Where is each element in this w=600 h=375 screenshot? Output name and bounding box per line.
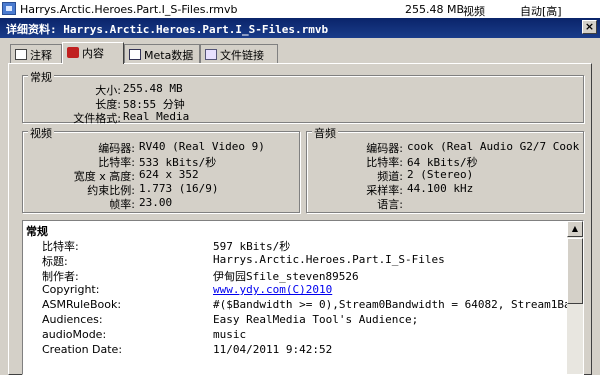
audio-group: 音频 编码器: cook (Real Audio G2/7 Cook (L 比特… bbox=[306, 125, 584, 213]
meta-icon bbox=[129, 49, 141, 60]
video-aspect-value: 1.773 (16/9) bbox=[139, 182, 219, 195]
list-item-value: music bbox=[213, 328, 247, 341]
download-priority: 自动[高] bbox=[520, 5, 562, 18]
tab-content[interactable]: 内容 bbox=[62, 42, 124, 64]
video-legend: 视频 bbox=[28, 125, 54, 141]
list-item-value: Easy RealMedia Tool's Audience; bbox=[213, 313, 419, 326]
list-item[interactable]: ASMRuleBook: #($Bandwidth >= 0),Stream0B… bbox=[23, 298, 568, 313]
tab-content-label: 内容 bbox=[82, 47, 104, 60]
general-group: 常规 大小: 255.48 MB 长度: 58:55 分钟 文件格式: Real… bbox=[22, 69, 584, 125]
scroll-up-button[interactable]: ▲ bbox=[567, 221, 583, 237]
list-item-value: Harrys.Arctic.Heroes.Part.I_S-Files bbox=[213, 253, 445, 266]
list-item-value: 597 kBits/秒 bbox=[213, 240, 291, 253]
file-type: 视频 bbox=[463, 5, 485, 18]
list-item-key: Copyright: bbox=[42, 283, 100, 296]
note-icon bbox=[15, 49, 27, 60]
list-item[interactable]: 制作者: 伊甸园Sfile_steven89526 bbox=[23, 268, 568, 283]
audio-samplerate-row: 采样率: 44.100 kHz bbox=[307, 182, 583, 197]
general-length-row: 长度: 58:55 分钟 bbox=[23, 96, 583, 111]
tab-file-links-label: 文件链接 bbox=[220, 49, 264, 62]
video-framerate-row: 帧率: 23.00 bbox=[23, 196, 299, 211]
list-item-key: audioMode: bbox=[42, 328, 107, 341]
content-icon bbox=[67, 47, 79, 58]
scroll-thumb[interactable] bbox=[567, 238, 583, 304]
list-item[interactable]: 比特率: 597 kBits/秒 bbox=[23, 238, 568, 253]
window-title: 详细资料: Harrys.Arctic.Heroes.Part.I_S-File… bbox=[6, 23, 329, 36]
video-framerate-label: 帧率: bbox=[109, 198, 135, 211]
ed2k-link-icon bbox=[205, 49, 217, 60]
audio-channels-value: 2 (Stereo) bbox=[407, 168, 474, 181]
audio-bitrate-row: 比特率: 64 kBits/秒 bbox=[307, 154, 583, 169]
list-item[interactable]: audioMode: music bbox=[23, 328, 568, 343]
video-codec-value: RV40 (Real Video 9) bbox=[139, 140, 265, 153]
video-dimensions-row: 宽度 x 高度: 624 x 352 bbox=[23, 168, 299, 183]
video-file-icon bbox=[2, 2, 16, 15]
details-window-titlebar[interactable]: 详细资料: Harrys.Arctic.Heroes.Part.I_S-File… bbox=[0, 18, 600, 38]
audio-language-row: 语言: bbox=[307, 196, 583, 211]
list-item-value: 伊甸园Sfile_steven89526 bbox=[213, 270, 359, 283]
list-item-key: 制作者: bbox=[42, 270, 79, 283]
file-size: 255.48 MB bbox=[405, 3, 465, 16]
format-value: Real Media bbox=[123, 110, 190, 123]
list-item-key: Audiences: bbox=[42, 313, 103, 326]
audio-codec-row: 编码器: cook (Real Audio G2/7 Cook (L bbox=[307, 140, 583, 155]
tab-meta-data[interactable]: Meta数据 bbox=[124, 44, 200, 63]
list-item[interactable]: 标题: Harrys.Arctic.Heroes.Part.I_S-Files bbox=[23, 253, 568, 268]
list-item-key: 比特率: bbox=[42, 240, 79, 253]
audio-language-label: 语言: bbox=[377, 198, 403, 211]
metadata-header: 常规 bbox=[26, 225, 48, 238]
list-item-value: #($Bandwidth >= 0),Stream0Bandwidth = 64… bbox=[213, 298, 568, 311]
list-item-value: 11/04/2011 9:42:52 bbox=[213, 343, 333, 356]
list-item-key: ASMRuleBook: bbox=[42, 298, 122, 311]
tab-comments[interactable]: 注释 bbox=[10, 44, 62, 63]
video-aspect-row: 约束比例: 1.773 (16/9) bbox=[23, 182, 299, 197]
close-icon: × bbox=[584, 20, 595, 33]
general-size-row: 大小: 255.48 MB bbox=[23, 82, 583, 97]
video-group: 视频 编码器: RV40 (Real Video 9) 比特率: 533 kBi… bbox=[22, 125, 300, 213]
size-value: 255.48 MB bbox=[123, 82, 183, 95]
file-list-row[interactable]: Harrys.Arctic.Heroes.Part.I_S-Files.rmvb… bbox=[0, 0, 600, 19]
format-label: 文件格式: bbox=[73, 112, 121, 125]
video-dimensions-value: 624 x 352 bbox=[139, 168, 199, 181]
tab-file-links[interactable]: 文件链接 bbox=[200, 44, 278, 63]
audio-codec-value: cook (Real Audio G2/7 Cook (L bbox=[407, 140, 583, 153]
tab-meta-label: Meta数据 bbox=[144, 49, 194, 62]
metadata-list[interactable]: 常规 比特率: 597 kBits/秒 标题: Harrys.Arctic.He… bbox=[22, 220, 584, 375]
list-item[interactable]: Audiences: Easy RealMedia Tool's Audienc… bbox=[23, 313, 568, 328]
video-codec-row: 编码器: RV40 (Real Video 9) bbox=[23, 140, 299, 155]
close-button[interactable]: × bbox=[582, 20, 597, 34]
copyright-link[interactable]: www.ydy.com(C)2010 bbox=[213, 283, 332, 296]
file-name: Harrys.Arctic.Heroes.Part.I_S-Files.rmvb bbox=[20, 3, 238, 16]
general-format-row: 文件格式: Real Media bbox=[23, 110, 583, 125]
video-bitrate-row: 比特率: 533 kBits/秒 bbox=[23, 154, 299, 169]
tab-comments-label: 注释 bbox=[30, 49, 52, 62]
list-item[interactable]: Creation Date: 11/04/2011 9:42:52 bbox=[23, 343, 568, 358]
list-item-key: Creation Date: bbox=[42, 343, 123, 356]
list-item[interactable]: Copyright: www.ydy.com(C)2010 bbox=[23, 283, 568, 298]
audio-channels-row: 频道: 2 (Stereo) bbox=[307, 168, 583, 183]
list-item-key: 标题: bbox=[42, 255, 68, 268]
audio-samplerate-value: 44.100 kHz bbox=[407, 182, 474, 195]
vertical-scrollbar[interactable]: ▲ bbox=[567, 221, 583, 374]
video-framerate-value: 23.00 bbox=[139, 196, 173, 209]
chevron-up-icon: ▲ bbox=[571, 224, 579, 233]
audio-rows: 编码器: cook (Real Audio G2/7 Cook (L 比特率: … bbox=[307, 132, 583, 212]
